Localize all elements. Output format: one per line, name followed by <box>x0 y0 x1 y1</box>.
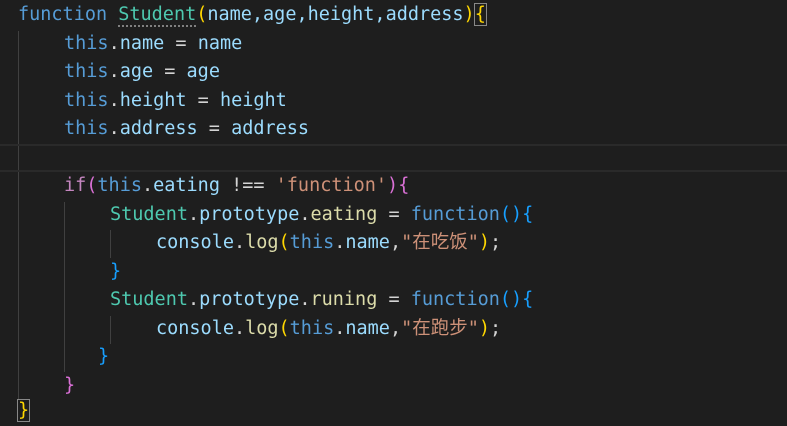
token-string: "在跑步" <box>401 317 479 339</box>
token-string: "在吃饭" <box>401 232 479 253</box>
code-line-9[interactable]: console.log(this.name,"在吃饭"); <box>0 229 787 258</box>
code-line-8[interactable]: Student.prototype.eating = function(){ <box>0 201 787 230</box>
token-string: 'function' <box>275 175 388 196</box>
code-line-3[interactable]: this.age = age <box>0 58 787 87</box>
code-line-14[interactable]: } <box>0 372 787 401</box>
code-line-2[interactable]: this.name = name <box>0 30 787 59</box>
bracket: ( <box>196 4 208 25</box>
code-line-5[interactable]: this.address = address <box>0 115 787 144</box>
code-line-1[interactable]: function Student(name,age,height,address… <box>0 1 787 30</box>
token-control: if <box>64 175 87 196</box>
token-keyword: function <box>18 4 108 25</box>
code-line-7[interactable]: if(this.eating !== 'function'){ <box>0 172 787 201</box>
code-line-11[interactable]: Student.prototype.runing = function(){ <box>0 286 787 315</box>
code-line-10[interactable]: } <box>0 258 787 287</box>
bracket-match: } <box>16 399 31 422</box>
bracket: ) <box>463 4 475 25</box>
bracket-match: { <box>473 3 487 26</box>
current-line-highlight[interactable] <box>0 143 787 172</box>
token-class-name: Student <box>118 4 197 27</box>
code-editor[interactable]: function Student(name,age,height,address… <box>0 0 787 426</box>
code-line-15[interactable]: } <box>0 397 787 426</box>
code-line-13[interactable]: } <box>0 343 787 372</box>
code-line-12[interactable]: console.log(this.name,"在跑步"); <box>0 315 787 344</box>
token-params: name,age,height,address <box>207 4 464 25</box>
code-line-4[interactable]: this.height = height <box>0 87 787 116</box>
